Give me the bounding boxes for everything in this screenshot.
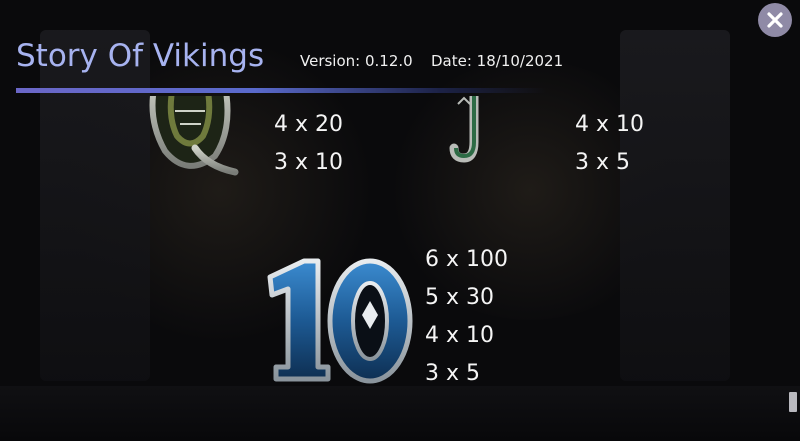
date-label: Date: 18/10/2021: [431, 52, 564, 70]
page-title: Story Of Vikings: [16, 38, 265, 74]
scrollbar[interactable]: [787, 90, 799, 430]
scrollbar-thumb[interactable]: [789, 392, 797, 412]
j-payouts: 4 x 10 3 x 5: [575, 106, 644, 182]
ten-payouts: 6 x 100 5 x 30 4 x 10 3 x 5: [425, 241, 508, 393]
ten-symbol-icon: [262, 255, 417, 385]
payout-line: 3 x 10: [274, 150, 343, 175]
payout-line: 4 x 10: [425, 323, 494, 348]
payout-line: 4 x 20: [274, 112, 343, 137]
q-payouts: 4 x 20 3 x 10: [274, 106, 343, 182]
payout-line: 3 x 5: [575, 150, 630, 175]
payout-line: 5 x 30: [425, 285, 494, 310]
close-icon: [767, 12, 783, 28]
j-symbol-icon: [446, 96, 496, 168]
close-button[interactable]: [758, 3, 792, 37]
payout-line: 3 x 5: [425, 361, 480, 386]
payout-line: 6 x 100: [425, 247, 508, 272]
q-symbol-icon: [135, 96, 245, 176]
title-underline: [16, 88, 546, 93]
version-label: Version: 0.12.0: [300, 52, 413, 70]
payout-line: 4 x 10: [575, 112, 644, 137]
